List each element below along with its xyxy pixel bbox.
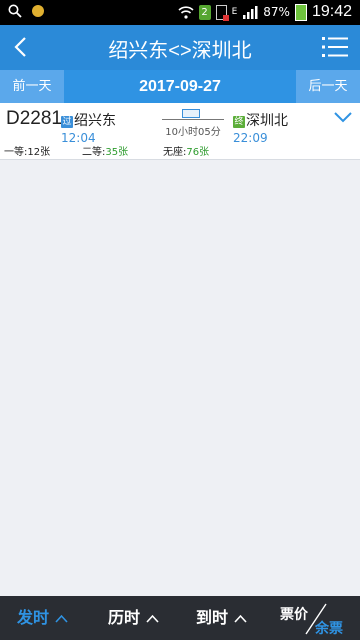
- chevron-down-icon[interactable]: [334, 111, 352, 123]
- departure-station: 绍兴东: [74, 113, 116, 129]
- terminal-badge: 终: [233, 116, 245, 128]
- price-remaining-toggle[interactable]: 票价 余票: [276, 596, 360, 640]
- page-title: 绍兴东<>深圳北: [108, 40, 252, 62]
- chevron-up-icon: [55, 614, 68, 623]
- sim-icon: [215, 4, 229, 21]
- app-header: 绍兴东<>深圳北: [0, 25, 360, 70]
- remaining-label: 余票: [315, 621, 343, 637]
- duration-block: 10小时05分: [158, 108, 228, 138]
- chevron-up-icon: [234, 614, 247, 623]
- prev-day-button[interactable]: 前一天: [0, 70, 64, 103]
- sort-duration-label: 历时: [108, 608, 141, 627]
- signal-icon: [243, 6, 258, 19]
- train-number: D2281: [6, 108, 62, 129]
- arrival-time: 22:09: [233, 131, 268, 145]
- status-bar: 2 E 87% 19:42: [0, 0, 360, 25]
- battery-icon: [294, 3, 307, 21]
- seat-second-class: 二等:35张: [82, 147, 129, 158]
- network-type: E: [231, 7, 238, 17]
- sort-departure-label: 发时: [17, 608, 50, 627]
- seat-no-seat: 无座:76张: [163, 147, 210, 158]
- sort-arrival-label: 到时: [196, 608, 229, 627]
- train-icon: [182, 109, 200, 118]
- search-icon: [8, 4, 22, 18]
- wifi-icon: [178, 6, 194, 19]
- arrival-info: 终深圳北 22:09: [233, 110, 288, 145]
- pass-through-badge: 过: [61, 116, 73, 128]
- battery-percent: 87%: [263, 5, 290, 19]
- notification-badge-icon: 2: [198, 4, 211, 20]
- notification-dot-icon: [32, 5, 44, 17]
- date-nav: 前一天 2017-09-27 后一天: [0, 70, 360, 103]
- clock: 19:42: [311, 3, 352, 20]
- chevron-up-icon: [146, 614, 159, 623]
- sort-departure-button[interactable]: 发时: [17, 596, 68, 640]
- train-list-item[interactable]: D2281 过绍兴东 12:04 10小时05分 终深圳北 22:09 一等:1…: [0, 103, 360, 160]
- menu-icon[interactable]: [322, 36, 348, 58]
- travel-duration: 10小时05分: [165, 127, 221, 138]
- sort-arrival-button[interactable]: 到时: [196, 596, 247, 640]
- departure-info: 过绍兴东 12:04: [61, 110, 116, 145]
- sort-bar: 发时 历时 到时 票价 余票: [0, 596, 360, 640]
- arrival-station: 深圳北: [246, 113, 288, 129]
- selected-date[interactable]: 2017-09-27: [64, 70, 296, 103]
- seat-first-class: 一等:12张: [4, 147, 51, 158]
- next-day-button[interactable]: 后一天: [296, 70, 360, 103]
- sort-duration-button[interactable]: 历时: [108, 596, 159, 640]
